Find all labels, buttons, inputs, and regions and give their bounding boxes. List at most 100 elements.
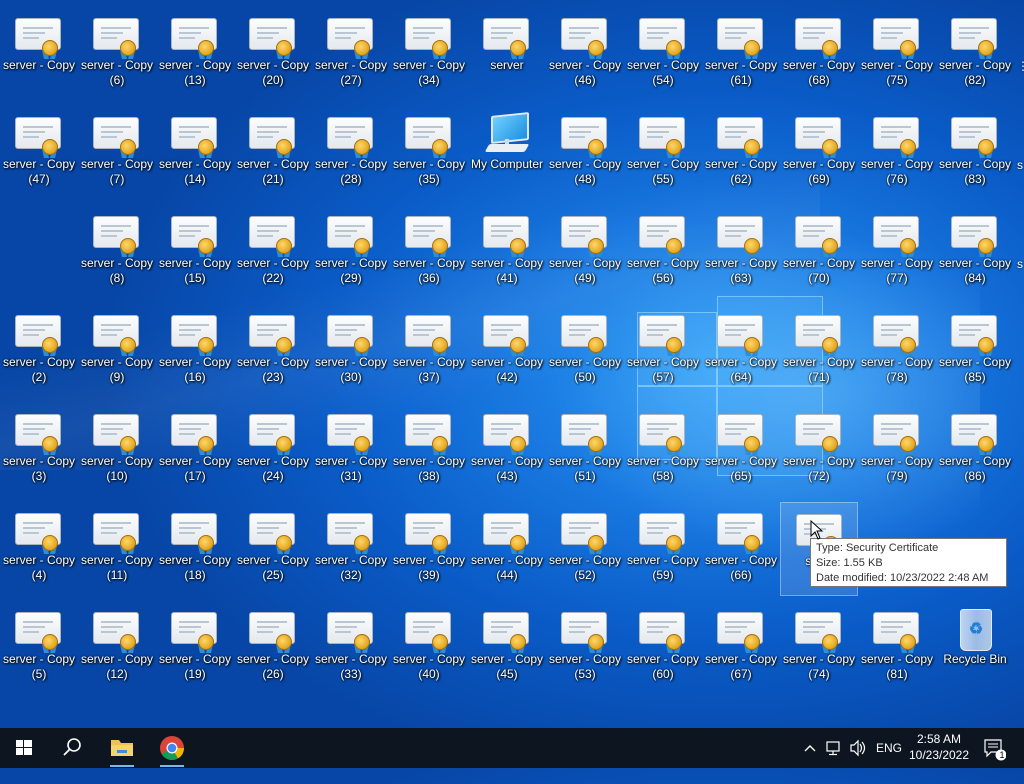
certificate-file-icon-item[interactable]: server - Copy (48): [546, 106, 624, 200]
certificate-file-icon-item[interactable]: server - Copy (85): [936, 304, 1014, 398]
certificate-file-icon-item[interactable]: server - Copy (16): [156, 304, 234, 398]
certificate-file-icon-item[interactable]: server - Copy (59): [624, 502, 702, 596]
certificate-file-icon-item[interactable]: server - Copy (53): [546, 601, 624, 695]
recycle-bin-desktop-icon[interactable]: ♻ Recycle Bin: [936, 601, 1014, 695]
certificate-file-icon-item[interactable]: server - Copy (50): [546, 304, 624, 398]
file-explorer-button[interactable]: [98, 728, 146, 768]
desktop-icon-label: server - Copy (23): [236, 355, 310, 384]
certificate-file-icon-item[interactable]: server - Copy (13): [156, 7, 234, 101]
certificate-file-icon-item[interactable]: server - Copy (61): [702, 7, 780, 101]
certificate-file-icon-item[interactable]: server - Copy (60): [624, 601, 702, 695]
certificate-file-icon-item[interactable]: server - Copy (38): [390, 403, 468, 497]
certificate-file-icon-item[interactable]: server - Copy (14): [156, 106, 234, 200]
certificate-file-icon-item[interactable]: server - Copy (77): [858, 205, 936, 299]
chrome-button[interactable]: [148, 728, 196, 768]
certificate-file-icon-item[interactable]: server - Copy (11): [78, 502, 156, 596]
show-hidden-icons-button[interactable]: [802, 728, 818, 768]
clock[interactable]: 2:58 AM 10/23/2022: [902, 731, 976, 763]
certificate-file-icon-item[interactable]: server - Copy (69): [780, 106, 858, 200]
certificate-file-icon-item[interactable]: server - Copy (30): [312, 304, 390, 398]
certificate-file-icon-item[interactable]: server - Copy (39): [390, 502, 468, 596]
certificate-file-icon-item[interactable]: server - Copy (66): [702, 502, 780, 596]
certificate-file-icon-item[interactable]: server - Copy (52): [546, 502, 624, 596]
search-button[interactable]: [48, 728, 96, 768]
certificate-file-icon-item[interactable]: server - Copy (46): [546, 7, 624, 101]
certificate-file-icon-item[interactable]: server - Copy (64): [702, 304, 780, 398]
certificate-file-icon-item[interactable]: server - Copy (32): [312, 502, 390, 596]
certificate-file-icon-item[interactable]: server - Copy (56): [624, 205, 702, 299]
certificate-file-icon-item[interactable]: server - Copy (58): [624, 403, 702, 497]
certificate-file-icon-item[interactable]: server - Copy (40): [390, 601, 468, 695]
certificate-file-icon-item[interactable]: server - Copy (42): [468, 304, 546, 398]
certificate-file-icon-item[interactable]: server - Copy (7): [78, 106, 156, 200]
certificate-file-icon-item[interactable]: server - Copy (33): [312, 601, 390, 695]
certificate-file-icon-item[interactable]: server - Copy (45): [468, 601, 546, 695]
certificate-file-icon-item[interactable]: server - Copy (37): [390, 304, 468, 398]
certificate-file-icon-item[interactable]: server - Copy (10): [78, 403, 156, 497]
certificate-file-icon-item[interactable]: server - Copy (34): [390, 7, 468, 101]
language-indicator[interactable]: ENG: [876, 728, 902, 768]
certificate-file-icon-item[interactable]: server - Copy (31): [312, 403, 390, 497]
certificate-file-icon-item[interactable]: server - Copy (65): [702, 403, 780, 497]
certificate-file-icon-item[interactable]: server - Copy (43): [468, 403, 546, 497]
certificate-file-icon-item[interactable]: server - Copy (44): [468, 502, 546, 596]
desktop-icon-label: server - Copy: [2, 58, 76, 72]
certificate-file-icon-item[interactable]: server - Copy (74): [780, 601, 858, 695]
certificate-file-icon-item[interactable]: server - Copy (78): [858, 304, 936, 398]
certificate-file-icon-item[interactable]: server - Copy (21): [234, 106, 312, 200]
certificate-file-icon-item[interactable]: server - Copy (49): [546, 205, 624, 299]
certificate-file-icon-item[interactable]: server - Copy (8): [78, 205, 156, 299]
certificate-file-icon-item[interactable]: server - Copy (2): [0, 304, 78, 398]
certificate-file-icon-item[interactable]: server - Copy (18): [156, 502, 234, 596]
certificate-file-icon-item[interactable]: server - Copy (54): [624, 7, 702, 101]
certificate-file-icon-item[interactable]: server - Copy (63): [702, 205, 780, 299]
certificate-file-icon-item[interactable]: server: [468, 7, 546, 101]
volume-button[interactable]: [848, 728, 868, 768]
certificate-file-icon-item[interactable]: server - Copy (51): [546, 403, 624, 497]
certificate-file-icon-item[interactable]: server - Copy (82): [936, 7, 1014, 101]
certificate-file-icon-item[interactable]: server - Copy (76): [858, 106, 936, 200]
certificate-file-icon-item[interactable]: server - Copy (70): [780, 205, 858, 299]
certificate-file-icon-item[interactable]: server - Copy (25): [234, 502, 312, 596]
certificate-file-icon-item[interactable]: server - Copy (67): [702, 601, 780, 695]
certificate-file-icon-item[interactable]: server - Copy (84): [936, 205, 1014, 299]
certificate-file-icon-item[interactable]: server - Copy (19): [156, 601, 234, 695]
start-button[interactable]: [0, 728, 48, 768]
certificate-file-icon-item[interactable]: server - Copy (57): [624, 304, 702, 398]
action-center-button[interactable]: 1: [982, 728, 1007, 768]
certificate-file-icon-item[interactable]: server - Copy (68): [780, 7, 858, 101]
certificate-file-icon-item[interactable]: server - Copy (26): [234, 601, 312, 695]
certificate-file-icon-item[interactable]: server - Copy (47): [0, 106, 78, 200]
certificate-file-icon-item[interactable]: server - Copy (55): [624, 106, 702, 200]
certificate-file-icon-item[interactable]: server - Copy (79): [858, 403, 936, 497]
certificate-file-icon-item[interactable]: server - Copy (83): [936, 106, 1014, 200]
certificate-file-icon-item[interactable]: server - Copy (35): [390, 106, 468, 200]
certificate-file-icon-item[interactable]: server - Copy (81): [858, 601, 936, 695]
certificate-file-icon-item[interactable]: server - Copy (22): [234, 205, 312, 299]
certificate-file-icon-item[interactable]: server - Copy (75): [858, 7, 936, 101]
certificate-file-icon-item[interactable]: server - Copy (86): [936, 403, 1014, 497]
computer-desktop-icon[interactable]: My Computer: [468, 106, 546, 200]
certificate-file-icon-item[interactable]: server - Copy (72): [780, 403, 858, 497]
certificate-file-icon-item[interactable]: server - Copy (23): [234, 304, 312, 398]
certificate-file-icon-item[interactable]: server - Copy (27): [312, 7, 390, 101]
certificate-file-icon-item[interactable]: server - Copy (62): [702, 106, 780, 200]
certificate-file-icon-item[interactable]: server - Copy (36): [390, 205, 468, 299]
certificate-file-icon-item[interactable]: server - Copy (12): [78, 601, 156, 695]
certificate-file-icon-item[interactable]: server - Copy: [0, 7, 78, 101]
certificate-file-icon-item[interactable]: server - Copy (17): [156, 403, 234, 497]
certificate-file-icon-item[interactable]: server - Copy (28): [312, 106, 390, 200]
certificate-file-icon-item[interactable]: server - Copy (24): [234, 403, 312, 497]
certificate-file-icon-item[interactable]: server - Copy (71): [780, 304, 858, 398]
certificate-file-icon-item[interactable]: server - Copy (5): [0, 601, 78, 695]
certificate-file-icon-item[interactable]: server - Copy (4): [0, 502, 78, 596]
certificate-file-icon-item[interactable]: server - Copy (6): [78, 7, 156, 101]
certificate-file-icon-item[interactable]: server - Copy (15): [156, 205, 234, 299]
certificate-file-icon-item[interactable]: server - Copy (20): [234, 7, 312, 101]
certificate-file-icon-item[interactable]: server - Copy (3): [0, 403, 78, 497]
certificate-file-icon-item[interactable]: server - Copy (41): [468, 205, 546, 299]
desktop-icon-label: server - Copy (16): [158, 355, 232, 384]
certificate-file-icon-item[interactable]: server - Copy (9): [78, 304, 156, 398]
network-button[interactable]: [824, 728, 844, 768]
certificate-file-icon-item[interactable]: server - Copy (29): [312, 205, 390, 299]
